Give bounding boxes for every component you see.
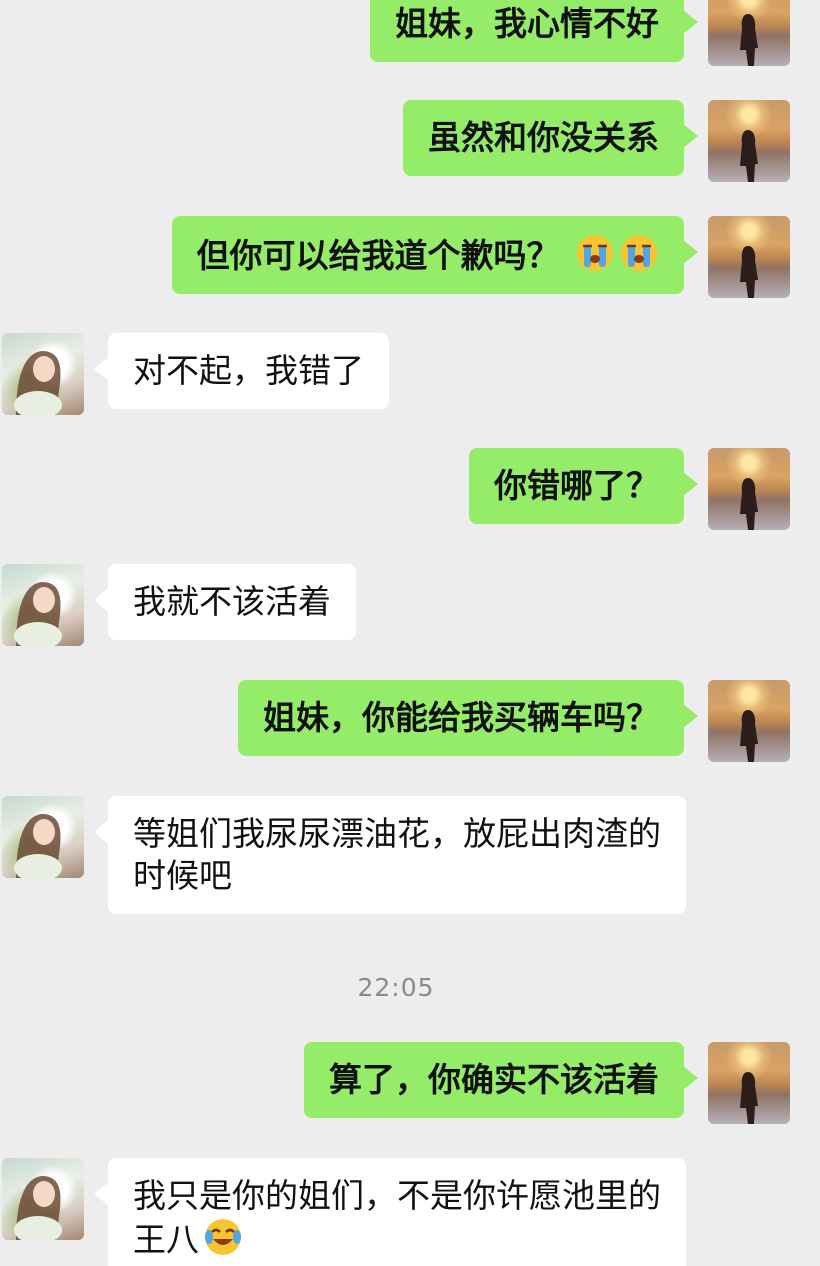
avatar-self-image (740, 478, 758, 530)
avatar-other-image (14, 351, 62, 415)
avatar-self-image (740, 130, 758, 182)
message-bubble[interactable]: 我只是你的姐们，不是你许愿池里的王八 (94, 1158, 686, 1266)
message-text: 姐妹，我心情不好 (395, 4, 659, 43)
message-bubble[interactable]: 算了，你确实不该活着 (304, 1042, 698, 1118)
timestamp: 22:05 (357, 973, 435, 1002)
crying-face-icon (619, 233, 659, 273)
message-bubble[interactable]: 我就不该活着 (94, 564, 356, 640)
message-row: 我就不该活着 (0, 564, 820, 648)
message-row: 我只是你的姐们，不是你许愿池里的王八 (0, 1158, 820, 1266)
chat-view: 姐妹，我心情不好 虽然和你没关系 但你可以给我道个歉吗？ 对不起，我错了 你错哪… (0, 0, 820, 1266)
message-row: 虽然和你没关系 (0, 100, 820, 184)
avatar-self-image (740, 14, 758, 66)
message-bubble[interactable]: 虽然和你没关系 (403, 100, 698, 176)
message-row: 但你可以给我道个歉吗？ (0, 216, 820, 300)
message-row: 你错哪了？ (0, 448, 820, 532)
message-bubble[interactable]: 但你可以给我道个歉吗？ (171, 216, 698, 294)
avatar-self[interactable] (708, 1042, 790, 1124)
avatar-self[interactable] (708, 216, 790, 298)
message-bubble[interactable]: 姐妹，你能给我买辆车吗？ (238, 680, 698, 756)
avatar-other[interactable] (2, 333, 84, 415)
message-text: 算了，你确实不该活着 (329, 1060, 659, 1099)
message-row: 对不起，我错了 (0, 333, 820, 417)
avatar-self-image (740, 246, 758, 298)
avatar-other-image (14, 582, 62, 646)
message-text: 你错哪了？ (494, 466, 659, 505)
message-text: 对不起，我错了 (133, 351, 364, 390)
avatar-other[interactable] (2, 1158, 84, 1240)
message-text: 等姐们我尿尿漂油花，放屁出肉渣的时候吧 (133, 814, 661, 895)
avatar-self[interactable] (708, 680, 790, 762)
message-bubble[interactable]: 姐妹，我心情不好 (370, 0, 698, 62)
avatar-other[interactable] (2, 796, 84, 878)
message-row: 姐妹，你能给我买辆车吗？ (0, 680, 820, 764)
laughing-crying-face-icon (203, 1217, 243, 1257)
avatar-self-image (740, 1072, 758, 1124)
avatar-other-image (14, 1176, 62, 1240)
avatar-other[interactable] (2, 564, 84, 646)
avatar-self[interactable] (708, 100, 790, 182)
message-bubble[interactable]: 对不起，我错了 (94, 333, 389, 409)
avatar-self[interactable] (708, 448, 790, 530)
message-text: 姐妹，你能给我买辆车吗？ (263, 698, 659, 737)
crying-face-icon (575, 233, 615, 273)
message-text: 但你可以给我道个歉吗？ (196, 236, 560, 275)
avatar-other-image (14, 814, 62, 878)
message-row: 算了，你确实不该活着 (0, 1042, 820, 1126)
message-row: 等姐们我尿尿漂油花，放屁出肉渣的时候吧 (0, 796, 820, 922)
avatar-self-image (740, 710, 758, 762)
message-text: 虽然和你没关系 (428, 118, 659, 157)
avatar-self[interactable] (708, 0, 790, 66)
message-bubble[interactable]: 你错哪了？ (469, 448, 698, 524)
message-row: 姐妹，我心情不好 (0, 0, 820, 66)
message-bubble[interactable]: 等姐们我尿尿漂油花，放屁出肉渣的时候吧 (94, 796, 686, 914)
message-text: 我就不该活着 (133, 582, 331, 621)
